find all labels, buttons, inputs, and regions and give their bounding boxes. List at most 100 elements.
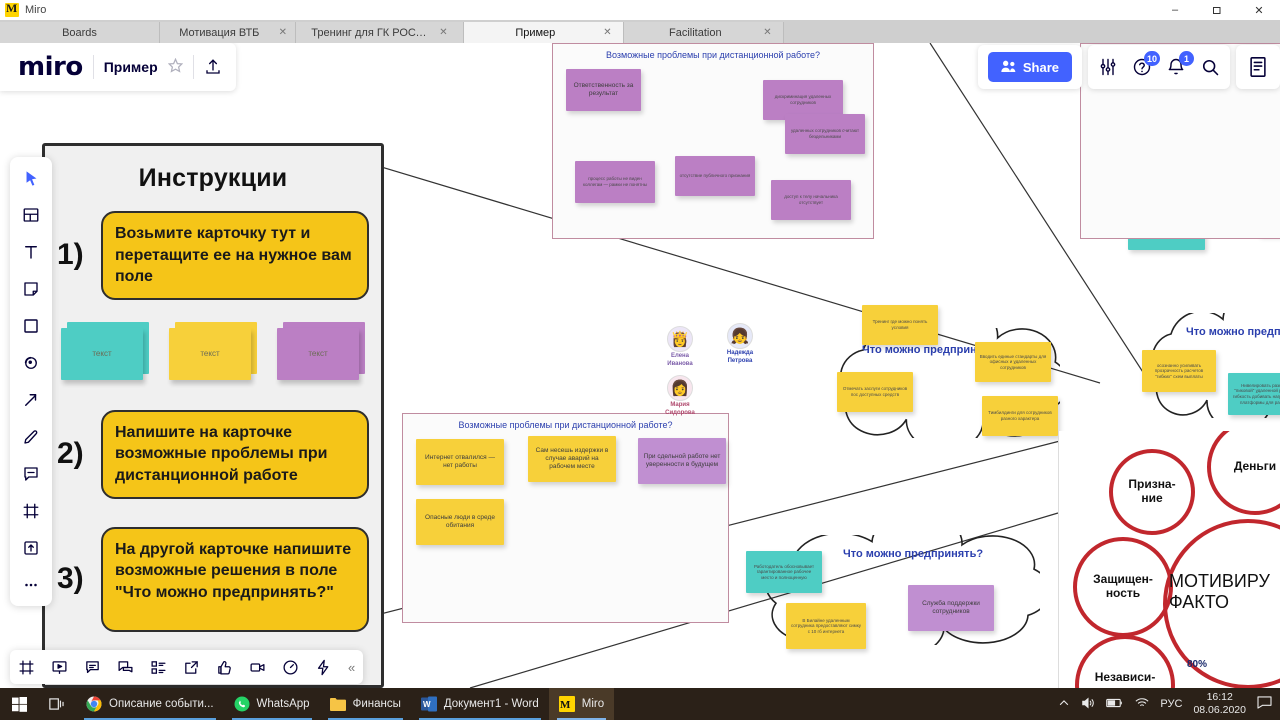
taskbar-item-3[interactable]: W Документ1 - Word bbox=[411, 688, 549, 720]
motivating-factors-diagram[interactable]: МОТИВИРУ ФАКТО 80% Призна-ние Деньги Защищ… bbox=[1058, 431, 1280, 688]
board-top-note-2[interactable]: удаленных сотрудников считают бездельник… bbox=[785, 114, 865, 154]
board-name-label[interactable]: Пример bbox=[104, 59, 158, 75]
clock[interactable]: 16:12 08.06.2020 bbox=[1193, 691, 1246, 717]
board-top-note-4[interactable]: отсутствие публичного признания bbox=[675, 156, 755, 196]
sample-sticky-2[interactable]: текст bbox=[277, 321, 365, 384]
video-camera-icon[interactable] bbox=[249, 659, 266, 676]
thumbs-up-icon[interactable] bbox=[216, 659, 233, 676]
step-2-number: 2) bbox=[57, 437, 84, 471]
taskbar-item-1[interactable]: WhatsApp bbox=[224, 688, 320, 720]
board-mid-note-1[interactable]: Сам несешь издержки в случае аварий на р… bbox=[528, 436, 616, 482]
text-tool[interactable] bbox=[17, 239, 45, 265]
board-mid-note-3[interactable]: Опасные люди в среде обитания bbox=[416, 499, 504, 545]
frames-icon[interactable] bbox=[18, 659, 35, 676]
browser-tab-0[interactable]: Boards bbox=[0, 22, 160, 43]
cloud-center-note-1[interactable]: Вводить единые стандарты для офисных и у… bbox=[975, 342, 1051, 382]
avatar-2[interactable]: 👩 Мария Сидорова bbox=[658, 375, 702, 417]
wifi-icon[interactable] bbox=[1135, 697, 1149, 712]
sticky-note-tool[interactable] bbox=[17, 276, 45, 302]
board-top-note-0[interactable]: Ответственность за результат bbox=[566, 69, 641, 111]
board-frame-top[interactable]: Возможные проблемы при дистанционной раб… bbox=[552, 43, 874, 239]
board-top-note-5[interactable]: доступ к телу начальника отсутствует bbox=[771, 180, 851, 220]
pen-tool[interactable] bbox=[17, 424, 45, 450]
battery-icon[interactable] bbox=[1106, 697, 1124, 712]
browser-tab-2[interactable]: Тренинг для ГК РОСТЕХ ✕ bbox=[296, 22, 464, 43]
cloud-right-note-0[interactable]: осознанно усиливать прозрачность расчето… bbox=[1142, 350, 1216, 392]
collapse-toolbar[interactable]: « bbox=[348, 660, 355, 675]
tab-close-icon[interactable]: ✕ bbox=[439, 27, 447, 38]
cloud-lower-note-0[interactable]: Работодатель обосновывает гарантированно… bbox=[746, 551, 822, 593]
taskbar-item-4[interactable]: M Miro bbox=[548, 688, 615, 720]
connector-tool[interactable] bbox=[17, 387, 45, 413]
maximize-button[interactable] bbox=[1196, 0, 1238, 20]
miro-logo[interactable]: miro bbox=[18, 54, 83, 80]
speaker-icon[interactable] bbox=[1081, 696, 1095, 713]
language-indicator[interactable]: РУС bbox=[1160, 698, 1182, 710]
tab-close-icon[interactable]: ✕ bbox=[279, 27, 287, 38]
stickers-tool[interactable] bbox=[17, 350, 45, 376]
miro-canvas[interactable]: Возможные проблемы при дистанционной раб… bbox=[0, 43, 1280, 688]
cloud-center-note-0[interactable]: Тренинг где можно понять условия bbox=[862, 305, 938, 345]
browser-tab-1[interactable]: Мотивация ВТБ ✕ bbox=[160, 22, 296, 43]
cloud-center-note-2[interactable]: Отмечать заслуги сотрудников пос доступн… bbox=[837, 372, 913, 412]
close-button[interactable]: ✕ bbox=[1238, 0, 1280, 20]
star-icon[interactable] bbox=[167, 57, 183, 76]
cursor-select-tool[interactable] bbox=[17, 165, 45, 191]
step-1-card[interactable]: Возьмите карточку тут и перетащите ее на… bbox=[101, 211, 369, 300]
tab-close-icon[interactable]: ✕ bbox=[603, 27, 611, 38]
motiv-bubble-3[interactable]: Независи-мость bbox=[1075, 635, 1175, 688]
frame-tool[interactable] bbox=[17, 498, 45, 524]
browser-tab-4[interactable]: Facilitation ✕ bbox=[624, 22, 784, 43]
start-button[interactable] bbox=[0, 688, 39, 720]
instructions-frame[interactable]: Инструкции 1) Возьмите карточку тут и пе… bbox=[42, 143, 384, 688]
question-circle-icon[interactable]: 10 bbox=[1132, 51, 1160, 77]
bell-icon[interactable]: 1 bbox=[1166, 51, 1194, 77]
shapes-tool[interactable] bbox=[17, 313, 45, 339]
board-mid-note-0[interactable]: Интернет отвалился — нет работы bbox=[416, 439, 504, 485]
share-button[interactable]: Share bbox=[987, 52, 1072, 82]
motiv-bubble-2[interactable]: Защищен-ность bbox=[1073, 537, 1173, 637]
taskbar-item-0[interactable]: Описание событи... bbox=[76, 688, 224, 720]
search-icon[interactable] bbox=[1200, 57, 1220, 77]
step-3-card[interactable]: На другой карточке напишите возможные ре… bbox=[101, 526, 369, 632]
sample-sticky-0[interactable]: текст bbox=[61, 321, 149, 384]
motiv-bubble-1[interactable]: Деньги bbox=[1207, 431, 1280, 515]
templates-tool[interactable] bbox=[17, 202, 45, 228]
lightning-bolt-icon[interactable] bbox=[315, 659, 332, 676]
share-arrow-icon[interactable] bbox=[183, 659, 200, 676]
board-top-note-3[interactable]: процесс работы не виден коллегам — рамки… bbox=[575, 161, 655, 203]
presentation-screen-icon[interactable] bbox=[51, 659, 68, 676]
document-notes-icon[interactable] bbox=[1248, 56, 1268, 78]
avatar: 👸 bbox=[667, 326, 693, 352]
step-2-card[interactable]: Напишите на карточке возможные проблемы … bbox=[101, 409, 369, 499]
more-tools[interactable] bbox=[17, 572, 45, 598]
board-frame-mid[interactable]: Возможные проблемы при дистанционной раб… bbox=[402, 413, 729, 623]
sliders-icon[interactable] bbox=[1098, 57, 1118, 77]
tab-close-icon[interactable]: ✕ bbox=[763, 27, 771, 38]
cloud-right-note-1[interactable]: Нивелировать разницу "пиковой" удаленной… bbox=[1228, 373, 1280, 415]
miro-right-header: Share 10 1 bbox=[972, 45, 1280, 89]
comment-tool[interactable] bbox=[17, 461, 45, 487]
minimize-button[interactable]: – bbox=[1154, 0, 1196, 20]
speech-bubble-icon[interactable] bbox=[1257, 696, 1272, 712]
sample-sticky-1[interactable]: текст bbox=[169, 321, 257, 384]
cloud-lower-note-2[interactable]: Служба поддержки сотрудников bbox=[908, 585, 994, 631]
timer-clock-icon[interactable] bbox=[282, 659, 299, 676]
avatar-1[interactable]: 👧 Надежда Петрова bbox=[718, 323, 762, 365]
avatar-0[interactable]: 👸 Елена Иванова bbox=[658, 326, 702, 368]
cloud-center-note-3[interactable]: Тимбилдинги для сотрудников разного хара… bbox=[982, 396, 1058, 436]
chat-icon[interactable] bbox=[84, 659, 101, 676]
motiv-bubble-0[interactable]: Призна-ние bbox=[1109, 449, 1195, 535]
upload-tool[interactable] bbox=[17, 535, 45, 561]
list-card-icon[interactable] bbox=[150, 659, 167, 676]
cloud-lower-note-1[interactable]: В Билайне удаленным сотрудника предостав… bbox=[786, 603, 866, 649]
chevron-up-icon[interactable] bbox=[1058, 697, 1070, 712]
board-mid-note-2[interactable]: При сдельной работе нет уверенности в бу… bbox=[638, 438, 726, 484]
tab-label: Тренинг для ГК РОСТЕХ bbox=[311, 26, 432, 39]
task-view-button[interactable] bbox=[39, 688, 76, 720]
browser-tab-3[interactable]: Пример ✕ bbox=[464, 22, 624, 43]
export-upload-icon[interactable] bbox=[204, 58, 222, 76]
motiv-center-label: МОТИВИРУ ФАКТО bbox=[1169, 571, 1270, 612]
comments-icon[interactable] bbox=[117, 659, 134, 676]
taskbar-item-2[interactable]: Финансы bbox=[320, 688, 411, 720]
